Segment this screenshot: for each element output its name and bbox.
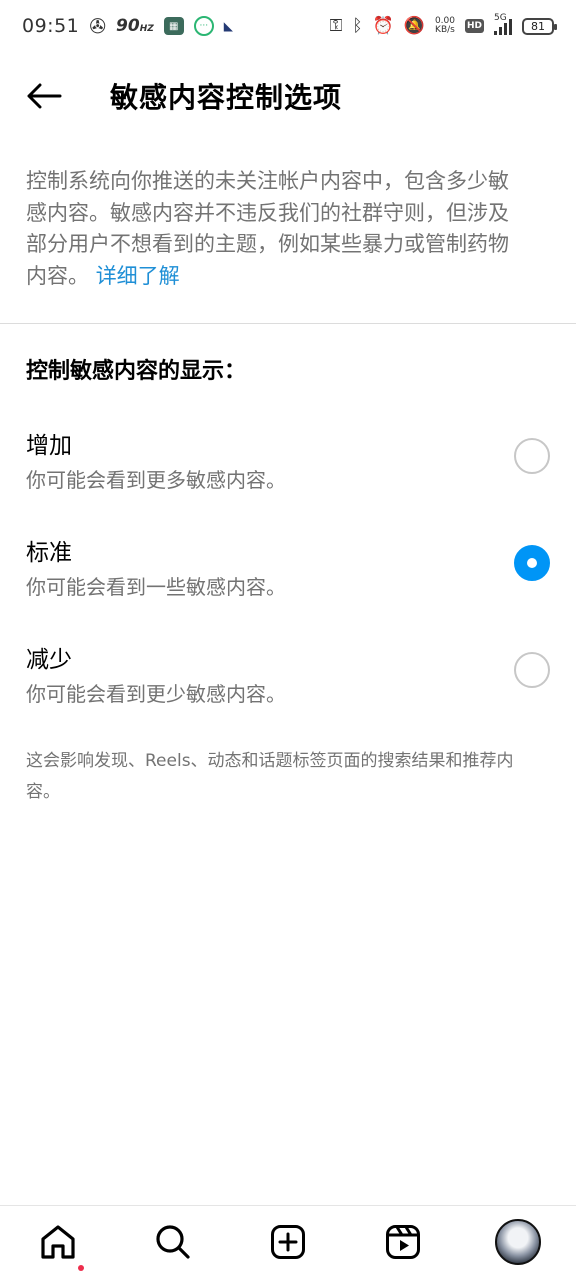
status-time: 09:51 xyxy=(22,15,80,37)
chat-icon: ··· xyxy=(193,16,214,36)
option-label: 增加 xyxy=(26,433,72,459)
radio-button-standard[interactable] xyxy=(514,545,550,581)
home-icon xyxy=(40,1225,75,1259)
description: 控制系统向你推送的未关注帐户内容中，包含多少敏感内容。敏感内容并不违反我们的社群… xyxy=(26,166,526,292)
signal-icon: 5G xyxy=(494,13,512,35)
option-description: 你可能会看到更多敏感内容。 xyxy=(26,468,286,492)
create-icon xyxy=(270,1225,305,1259)
option-description: 你可能会看到一些敏感内容。 xyxy=(26,575,286,599)
status-bar-left: 09:51 ✇ 90HZ ▦ ··· ◣ xyxy=(22,14,233,38)
fan-icon: ✇ xyxy=(89,14,107,38)
refresh-rate-indicator: 90HZ xyxy=(116,16,154,36)
option-label: 减少 xyxy=(26,647,72,673)
signal-bar xyxy=(509,19,512,35)
learn-more-link[interactable]: 详细了解 xyxy=(96,264,180,288)
back-arrow-icon xyxy=(27,83,62,109)
cat-icon: ◣ xyxy=(223,19,233,33)
option-label: 标准 xyxy=(26,540,72,566)
page-title: 敏感内容控制选项 xyxy=(110,81,343,114)
back-button[interactable] xyxy=(0,62,88,130)
option-less[interactable]: 减少 你可能会看到更少敏感内容。 xyxy=(0,640,576,736)
signal-bar xyxy=(494,31,497,35)
key-icon: ⚿ xyxy=(329,16,343,36)
nav-search[interactable] xyxy=(138,1207,208,1277)
signal-bar xyxy=(504,23,507,35)
net-speed: 0.00 KB/s xyxy=(435,17,455,35)
signal-bar xyxy=(499,27,502,35)
radio-button-less[interactable] xyxy=(514,652,550,688)
bottom-nav xyxy=(0,1205,576,1280)
nav-reels[interactable] xyxy=(368,1207,438,1277)
nav-create[interactable] xyxy=(253,1207,323,1277)
bluetooth-icon: ᛒ xyxy=(352,16,363,36)
option-description: 你可能会看到更少敏感内容。 xyxy=(26,682,286,706)
hd-badge: HD xyxy=(464,19,484,33)
divider xyxy=(0,323,576,324)
search-icon xyxy=(156,1225,190,1259)
status-bar: 09:51 ✇ 90HZ ▦ ··· ◣ ⚿ ᛒ ⏰ 🔕 0.00 KB/s H… xyxy=(0,0,576,52)
net-speed-unit: KB/s xyxy=(435,25,455,35)
option-standard[interactable]: 标准 你可能会看到一些敏感内容。 xyxy=(0,533,576,629)
mute-icon: 🔕 xyxy=(403,16,425,36)
battery-icon: 81 xyxy=(522,17,557,35)
alarm-icon: ⏰ xyxy=(372,16,394,36)
footnote: 这会影响发现、Reels、动态和话题标签页面的搜索结果和推荐内容。 xyxy=(26,751,514,802)
header: 敏感内容控制选项 xyxy=(0,62,576,130)
refresh-rate-value: 90 xyxy=(116,16,140,36)
section-title: 控制敏感内容的显示： xyxy=(26,359,247,384)
battery-level: 81 xyxy=(531,19,545,33)
profile-avatar xyxy=(495,1219,542,1265)
network-type: 5G xyxy=(494,13,507,23)
refresh-rate-unit: HZ xyxy=(139,24,154,34)
status-bar-right: ⚿ ᛒ ⏰ 🔕 0.00 KB/s HD 5G 81 xyxy=(329,13,557,36)
reels-icon xyxy=(386,1225,421,1259)
option-more[interactable]: 增加 你可能会看到更多敏感内容。 xyxy=(0,426,576,522)
notification-dot xyxy=(77,1265,84,1271)
app-icon: ▦ xyxy=(163,17,184,35)
radio-button-more[interactable] xyxy=(514,438,550,474)
nav-profile[interactable] xyxy=(483,1207,553,1277)
nav-home[interactable] xyxy=(23,1207,93,1277)
